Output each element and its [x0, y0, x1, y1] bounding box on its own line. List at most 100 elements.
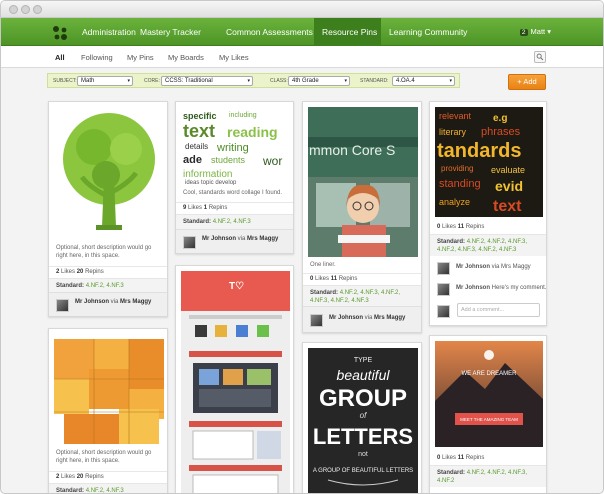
repins-count: 11: [330, 276, 338, 282]
pinner-text: Mr Johnson via Mrs Maggy: [75, 299, 151, 305]
repins-label[interactable]: Repins: [85, 269, 104, 275]
standard-links[interactable]: 4.NF.2, 4.NF.3: [86, 488, 124, 493]
user-menu[interactable]: 2 Matt ▾: [519, 27, 551, 36]
standard-value: 4.OA.4: [396, 78, 415, 84]
comment-author[interactable]: Mr Johnson: [456, 264, 490, 270]
pinner-name[interactable]: Mr Johnson: [202, 236, 236, 242]
nav-resource-pins[interactable]: Resource Pins: [314, 18, 381, 46]
likes-label[interactable]: Likes: [442, 455, 456, 461]
title-bar: [1, 1, 603, 18]
pin-card[interactable]: TYPE beautiful GROUP of LETTERS not A GR…: [302, 342, 422, 493]
source-name[interactable]: Mrs Maggy: [247, 236, 278, 242]
comment-row: Mr Johnson Here's my comment.: [430, 280, 546, 300]
svg-text:specific: specific: [183, 111, 217, 121]
svg-text:including: including: [229, 112, 257, 119]
comment-author[interactable]: Mr Johnson: [456, 285, 490, 291]
add-pin-button[interactable]: + Add: [508, 74, 546, 90]
tab-my-boards[interactable]: My Boards: [168, 53, 204, 62]
zoom-window-button[interactable]: [33, 5, 42, 14]
pinner-name[interactable]: Mr Johnson: [75, 299, 109, 305]
tab-following[interactable]: Following: [81, 53, 113, 62]
pin-standards: Standard: 4.NF.2, 4.NF.2, 4.NF.3, 4.NF.2: [430, 465, 546, 487]
svg-text:details: details: [185, 142, 208, 151]
repins-count: 1: [203, 205, 208, 211]
class-select[interactable]: 4th Grade ▾: [288, 76, 350, 86]
pin-caption: One liner.: [310, 262, 336, 268]
core-label: CORE:: [144, 78, 160, 84]
likes-label[interactable]: Likes: [442, 224, 456, 230]
repins-label[interactable]: Repins: [209, 205, 228, 211]
subject-select[interactable]: Math ▾: [77, 76, 133, 86]
standard-links[interactable]: 4.NF.2, 4.NF.3: [213, 219, 251, 225]
svg-text:analyze: analyze: [439, 197, 470, 207]
svg-text:standing: standing: [439, 178, 481, 190]
avatar[interactable]: [437, 262, 450, 275]
pin-card[interactable]: specific including text reading details …: [175, 101, 294, 254]
standard-select[interactable]: 4.OA.4 ▾: [392, 76, 455, 86]
svg-text:literary: literary: [439, 127, 467, 137]
pin-standards: Standard: 4.NF.2, 4.NF.3: [49, 278, 167, 293]
tab-my-likes[interactable]: My Likes: [219, 53, 249, 62]
likes-count: 0: [437, 224, 441, 230]
poster-word: of: [360, 411, 367, 420]
nav-learning-community[interactable]: Learning Community: [381, 18, 475, 46]
repins-count: 20: [76, 269, 84, 275]
banner-heading: WE ARE DREAMER: [461, 371, 517, 377]
chevron-down-icon: ▾: [247, 78, 250, 84]
repins-label[interactable]: Repins: [466, 224, 485, 230]
poster-word: LETTERS: [313, 424, 413, 449]
nav-common-assessments[interactable]: Common Assessments: [218, 18, 321, 46]
poster-word: TYPE: [354, 357, 373, 364]
core-select[interactable]: CCSS: Traditional ▾: [161, 76, 253, 86]
nav-mastery-tracker[interactable]: Mastery Tracker: [132, 18, 209, 46]
tab-my-pins[interactable]: My Pins: [127, 53, 154, 62]
main-nav: Administration Mastery Tracker Common As…: [1, 18, 603, 46]
pin-card[interactable]: Optional, short description would go rig…: [48, 101, 168, 317]
repins-count: 11: [457, 455, 465, 461]
pin-card[interactable]: T♡: [175, 265, 294, 493]
likes-label[interactable]: Likes: [61, 474, 75, 480]
poster-word: not: [358, 451, 368, 458]
via-label: via: [237, 236, 246, 242]
source-name[interactable]: Mrs Maggy: [374, 315, 405, 321]
pin-caption: Cool, standards word collage I found.: [183, 190, 283, 196]
avatar[interactable]: [56, 299, 69, 312]
pinner-name[interactable]: Mr Johnson: [329, 315, 363, 321]
chevron-down-icon: ▾: [449, 78, 452, 84]
source-name[interactable]: Mrs Maggy: [120, 299, 151, 305]
likes-label[interactable]: Likes: [188, 205, 202, 211]
avatar[interactable]: [183, 236, 196, 249]
standard-label: STANDARD:: [360, 78, 389, 84]
add-comment-row: Add a comment...: [430, 301, 546, 323]
minimize-window-button[interactable]: [21, 5, 30, 14]
pin-caption: Optional, short description would go rig…: [56, 245, 152, 259]
pin-card[interactable]: WE ARE DREAMER MEET THE AMAZING TEAM 0 L…: [429, 335, 547, 493]
repins-label[interactable]: Repins: [466, 455, 485, 461]
standard-links[interactable]: 4.NF.2, 4.NF.3: [86, 283, 124, 289]
svg-text:T♡: T♡: [229, 281, 244, 292]
repins-label[interactable]: Repins: [339, 276, 358, 282]
pin-card[interactable]: mmon Core S One liner. 0 Likes 11 Repins…: [302, 101, 422, 333]
comment-input[interactable]: Add a comment...: [457, 303, 540, 317]
tab-all[interactable]: All: [55, 53, 65, 62]
pin-stats: 9 Likes 1 Repins: [176, 202, 293, 213]
close-window-button[interactable]: [9, 5, 18, 14]
avatar[interactable]: [437, 283, 450, 296]
repins-label[interactable]: Repins: [85, 474, 104, 480]
svg-text:students: students: [211, 155, 246, 165]
pin-card[interactable]: Optional, short description would go rig…: [48, 328, 168, 493]
pin-stats: 2 Likes 20 Repins: [49, 471, 167, 482]
avatar[interactable]: [310, 314, 323, 327]
via-label: via: [364, 315, 373, 321]
app-logo-icon[interactable]: [51, 24, 69, 42]
class-label: CLASS:: [270, 78, 288, 84]
likes-label[interactable]: Likes: [315, 276, 329, 282]
svg-text:e.g: e.g: [493, 113, 507, 124]
pin-card[interactable]: relevant e.g literary phrases tandards p…: [429, 101, 547, 326]
pin-caption: Optional, short description would go rig…: [56, 450, 152, 464]
class-value: 4th Grade: [292, 78, 319, 84]
core-value: CCSS: Traditional: [165, 78, 213, 84]
likes-label[interactable]: Likes: [61, 269, 75, 275]
banner-text: mmon Core S: [309, 142, 395, 158]
search-icon[interactable]: [534, 51, 546, 63]
